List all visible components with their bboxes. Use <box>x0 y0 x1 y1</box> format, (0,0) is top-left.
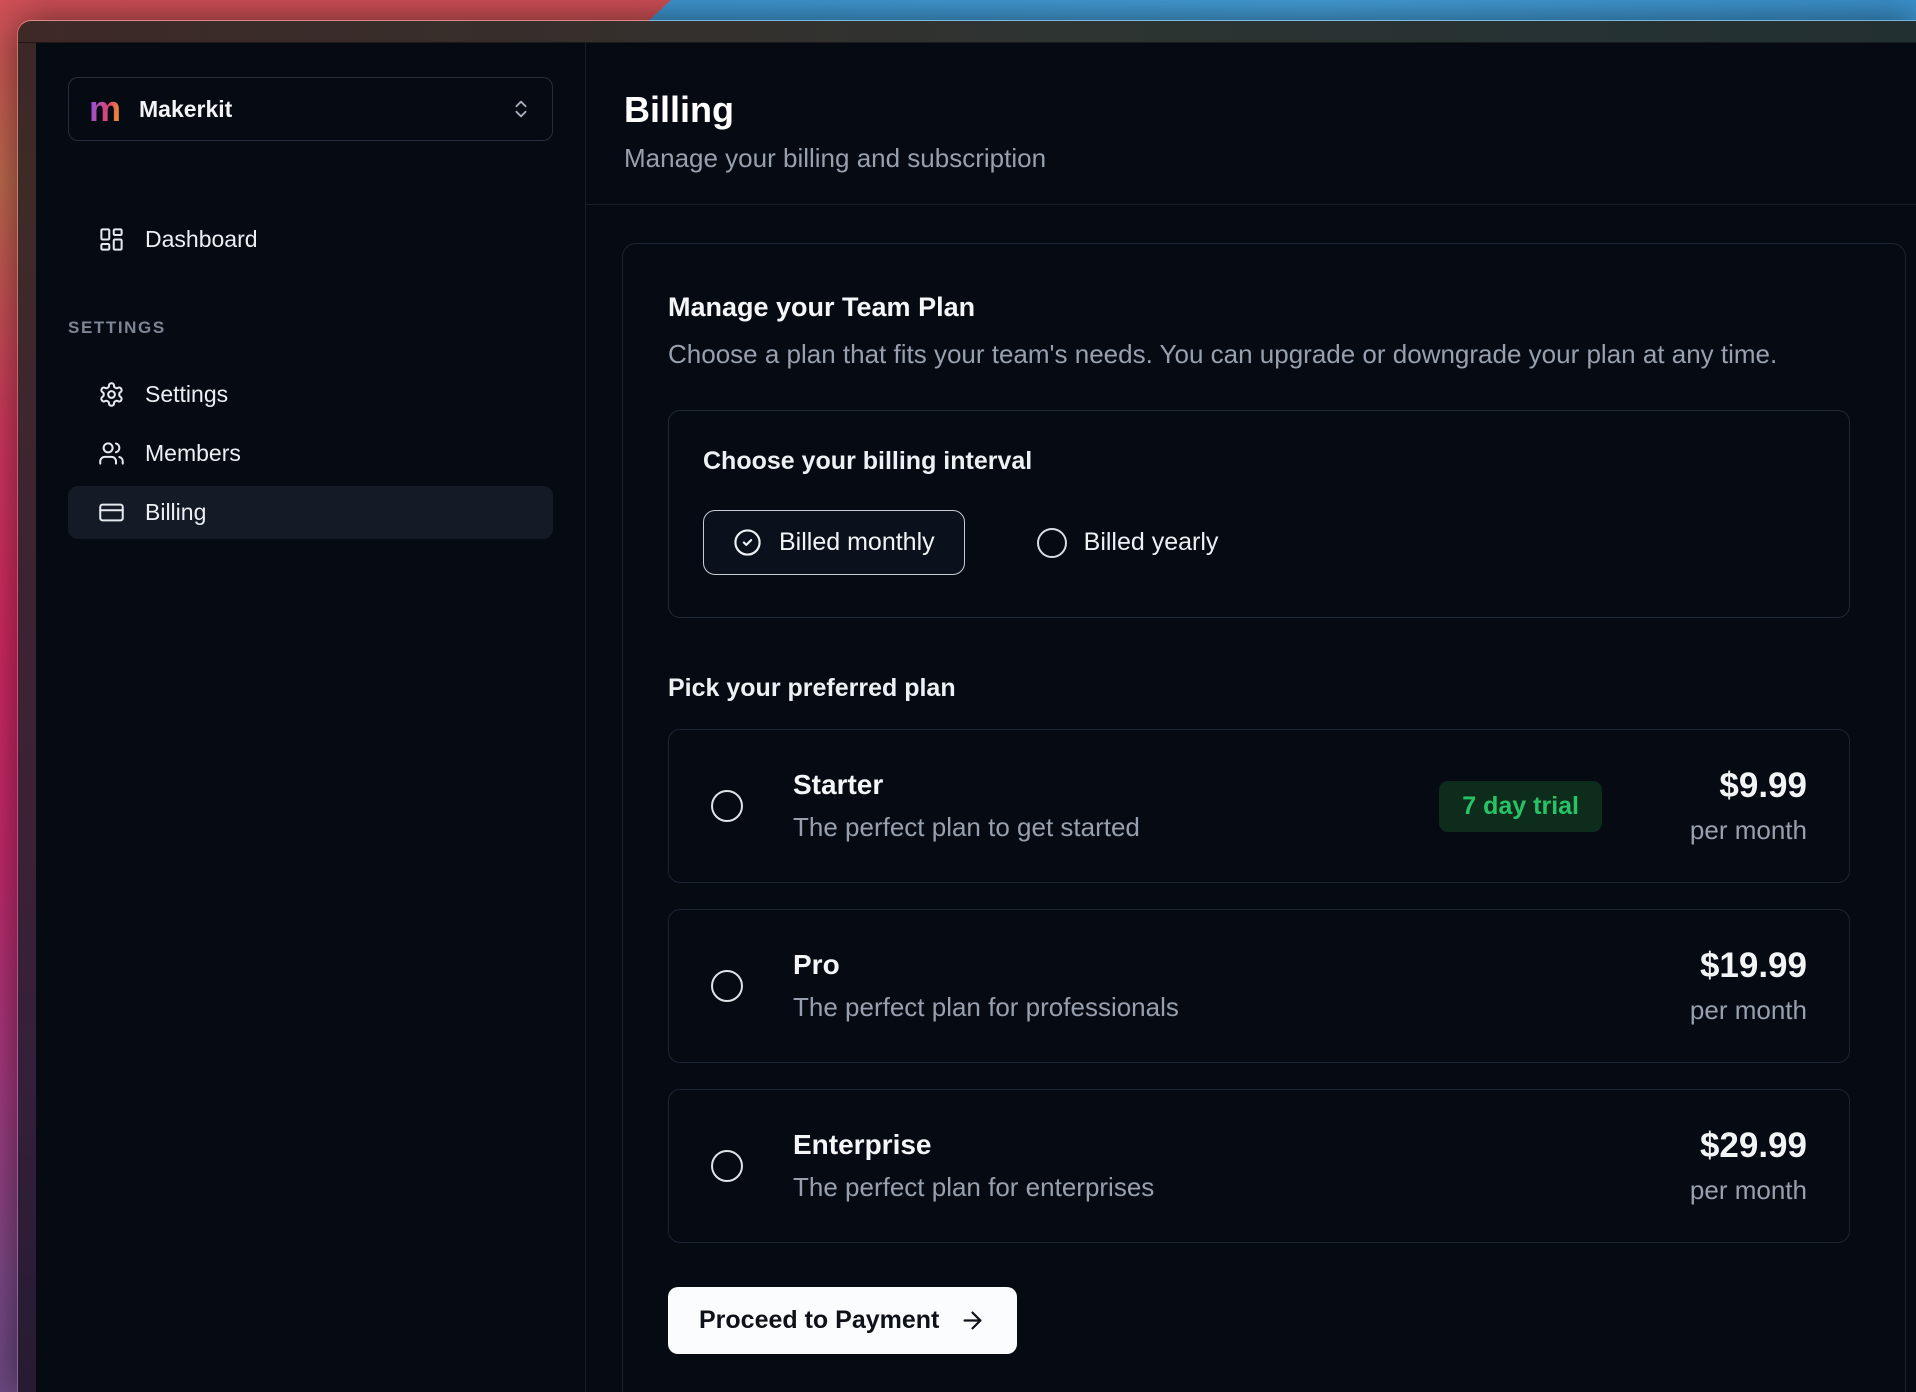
plan-name: Enterprise <box>793 1129 1154 1161</box>
plan-info: Starter The perfect plan to get started <box>793 769 1140 843</box>
main-area: Billing Manage your billing and subscrip… <box>586 43 1916 1392</box>
proceed-button-label: Proceed to Payment <box>699 1306 939 1335</box>
interval-option-label: Billed monthly <box>779 528 935 557</box>
chevron-up-down-icon <box>510 98 532 120</box>
gear-icon <box>98 381 125 408</box>
sidebar-item-billing[interactable]: Billing <box>68 486 553 539</box>
team-plan-card: Manage your Team Plan Choose a plan that… <box>622 243 1906 1392</box>
billing-interval-box: Choose your billing interval Billed mont… <box>668 410 1850 618</box>
sidebar-item-label: Members <box>145 440 241 467</box>
page-header: Billing Manage your billing and subscrip… <box>586 43 1916 205</box>
interval-option-yearly[interactable]: Billed yearly <box>1037 528 1219 558</box>
sidebar-nav: Dashboard SETTINGS Settings Members <box>68 213 553 539</box>
sidebar-item-settings[interactable]: Settings <box>68 368 553 421</box>
sidebar-item-dashboard[interactable]: Dashboard <box>68 213 553 266</box>
card-description: Choose a plan that fits your team's need… <box>668 339 1850 370</box>
plan-price: $19.99 <box>1657 946 1807 986</box>
plan-price-block: $29.99 per month <box>1657 1126 1807 1206</box>
sidebar-item-members[interactable]: Members <box>68 427 553 480</box>
plan-row-starter[interactable]: Starter The perfect plan to get started … <box>668 729 1850 883</box>
interval-option-label: Billed yearly <box>1084 528 1219 557</box>
plan-price: $29.99 <box>1657 1126 1807 1166</box>
credit-card-icon <box>98 499 125 526</box>
plan-price: $9.99 <box>1657 766 1807 806</box>
app-root: m Makerkit Dashboard SETTINGS <box>36 43 1916 1392</box>
plan-row-pro[interactable]: Pro The perfect plan for professionals $… <box>668 909 1850 1063</box>
sidebar: m Makerkit Dashboard SETTINGS <box>36 43 586 1392</box>
radio-circle-icon <box>1037 528 1067 558</box>
plan-name: Pro <box>793 949 1179 981</box>
main-content: Manage your Team Plan Choose a plan that… <box>586 205 1916 1392</box>
users-icon <box>98 440 125 467</box>
window-titlebar[interactable] <box>18 21 1916 43</box>
radio-circle-icon[interactable] <box>711 970 743 1002</box>
sidebar-item-label: Dashboard <box>145 226 258 253</box>
window-body: m Makerkit Dashboard SETTINGS <box>18 43 1916 1392</box>
interval-option-monthly[interactable]: Billed monthly <box>703 510 965 575</box>
team-name: Makerkit <box>139 96 232 123</box>
plan-cadence: per month <box>1657 995 1807 1026</box>
plan-description: The perfect plan to get started <box>793 812 1140 843</box>
plan-price-block: $19.99 per month <box>1657 946 1807 1026</box>
radio-circle-icon[interactable] <box>711 1150 743 1182</box>
plan-description: The perfect plan for enterprises <box>793 1172 1154 1203</box>
plan-info: Pro The perfect plan for professionals <box>793 949 1179 1023</box>
sidebar-item-label: Settings <box>145 381 228 408</box>
billing-interval-options: Billed monthly Billed yearly <box>703 510 1815 575</box>
plan-name: Starter <box>793 769 1140 801</box>
team-selector[interactable]: m Makerkit <box>68 77 553 141</box>
radio-circle-icon[interactable] <box>711 790 743 822</box>
plan-cadence: per month <box>1657 815 1807 846</box>
billing-interval-label: Choose your billing interval <box>703 447 1815 476</box>
plan-price-block: $9.99 per month <box>1657 766 1807 846</box>
trial-badge: 7 day trial <box>1439 781 1602 832</box>
plan-picker-label: Pick your preferred plan <box>668 674 1850 703</box>
makerkit-logo-icon: m <box>89 91 121 127</box>
dashboard-icon <box>98 226 125 253</box>
sidebar-item-label: Billing <box>145 499 206 526</box>
sidebar-section-settings: SETTINGS <box>68 318 553 338</box>
plan-description: The perfect plan for professionals <box>793 992 1179 1023</box>
card-title: Manage your Team Plan <box>668 292 1850 323</box>
window-left-edge <box>18 43 36 1392</box>
check-circle-icon <box>733 528 762 557</box>
plan-row-enterprise[interactable]: Enterprise The perfect plan for enterpri… <box>668 1089 1850 1243</box>
plan-info: Enterprise The perfect plan for enterpri… <box>793 1129 1154 1203</box>
app-window: m Makerkit Dashboard SETTINGS <box>17 20 1916 1392</box>
arrow-right-icon <box>959 1307 986 1334</box>
page-title: Billing <box>624 89 1876 131</box>
page-subtitle: Manage your billing and subscription <box>624 143 1876 174</box>
proceed-to-payment-button[interactable]: Proceed to Payment <box>668 1287 1017 1354</box>
plan-cadence: per month <box>1657 1175 1807 1206</box>
